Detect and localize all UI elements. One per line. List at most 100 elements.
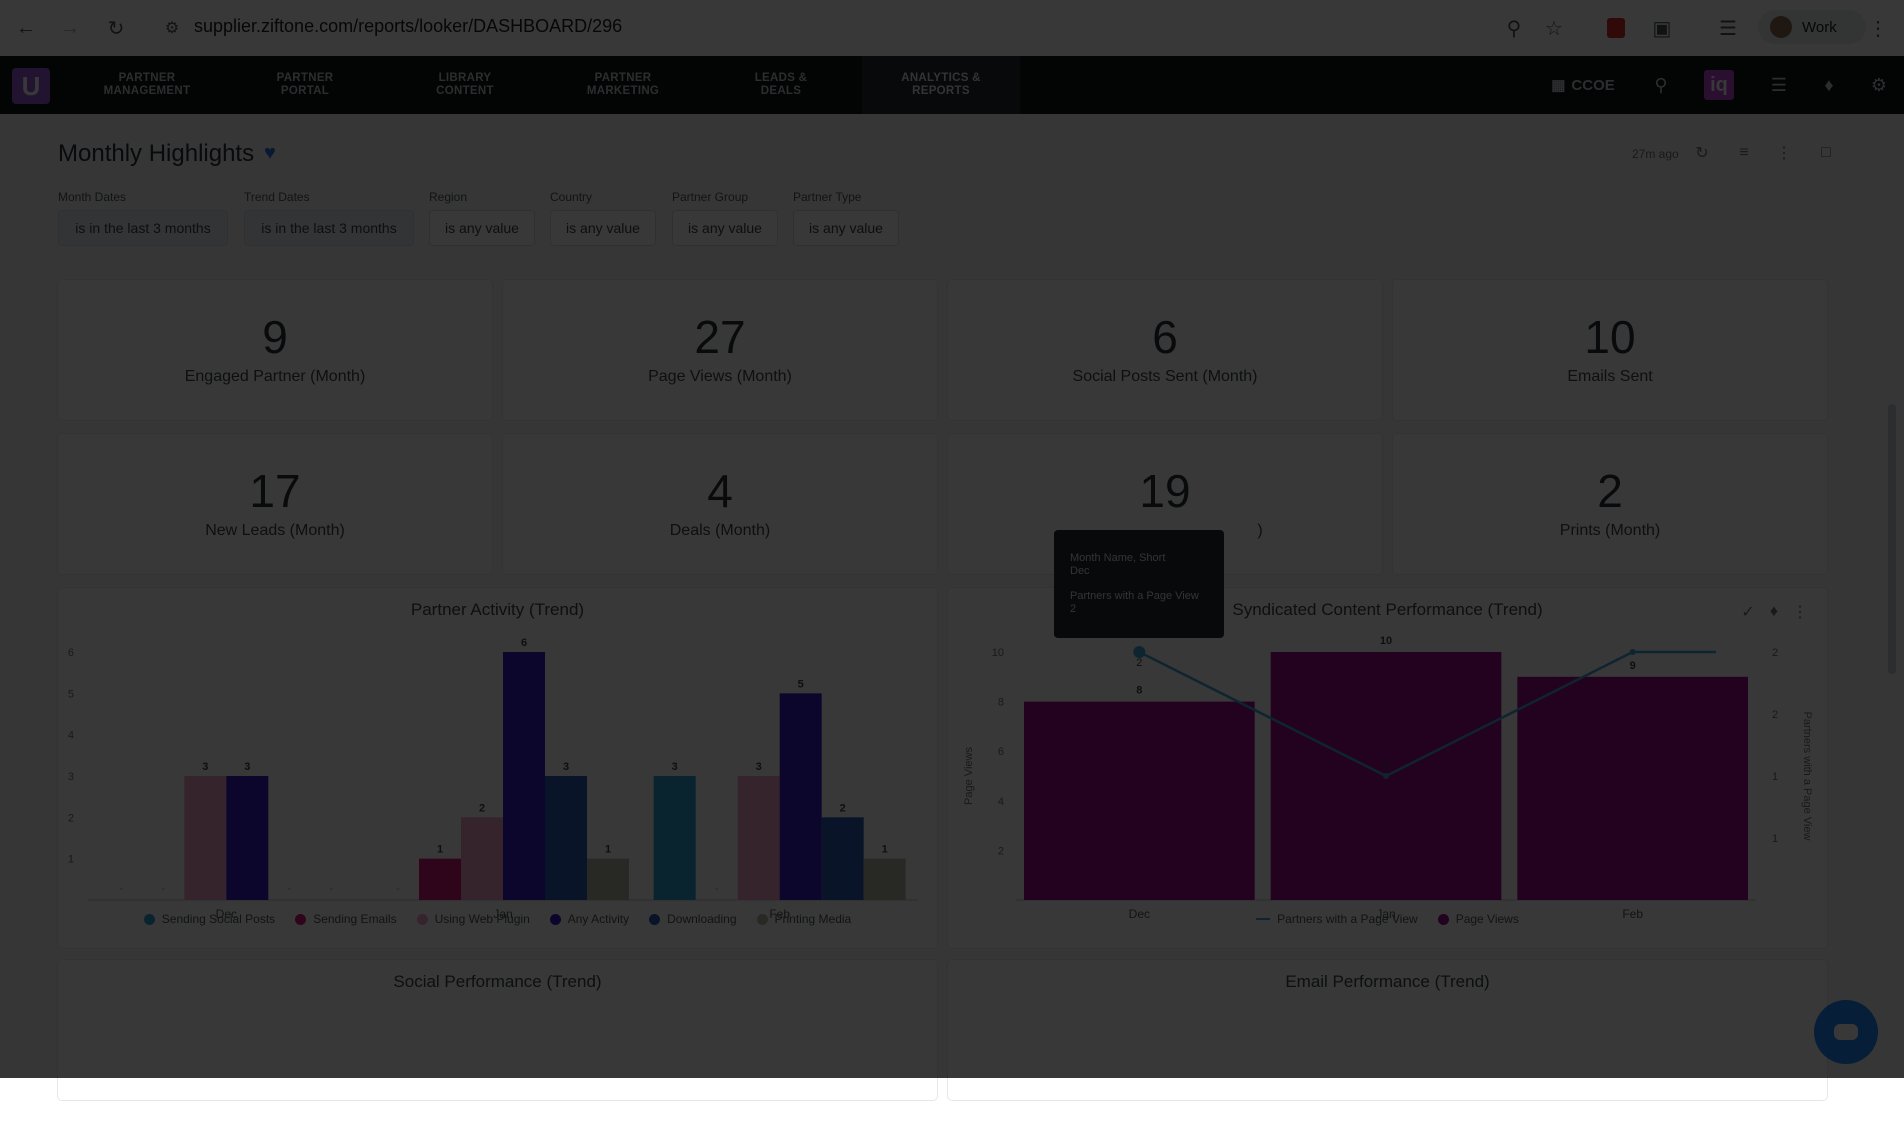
kpi-tile-prints[interactable]: 2 Prints (Month) [1393,434,1827,574]
back-icon[interactable]: ← [12,14,40,42]
filter-partner-group[interactable]: is any value [672,210,778,246]
filter-region[interactable]: is any value [429,210,535,246]
kpi-tile-engaged-partner[interactable]: 9 Engaged Partner (Month) [58,280,492,420]
filter-label: Month Dates [58,190,127,204]
org-switcher[interactable]: ▦ CCOE [1548,56,1618,114]
filter-country[interactable]: is any value [550,210,656,246]
search-icon[interactable]: ⚲ [1646,56,1676,114]
kpi-tile-social-posts[interactable]: 6 Social Posts Sent (Month) [948,280,1382,420]
bar-zero-marker: - [161,883,165,895]
bar [587,858,629,900]
site-settings-icon[interactable]: ⚙ [158,14,186,42]
bar-value-label: 3 [244,761,250,773]
y-tick-label: 2 [68,812,74,824]
y2-tick-label: 1 [1772,833,1778,845]
chart-tile-social-performance[interactable]: Social Performance (Trend) [58,960,937,1100]
syndicated-content-chart: 2 4 6 8 10 1 1 2 2 Page Views Partners with a Page… [963,635,1813,921]
nav-label: PARTNER [276,72,334,84]
kpi-tile-emails-sent[interactable]: 10 Emails Sent [1393,280,1827,420]
refresh-icon[interactable]: ↻ [1690,141,1714,165]
browser-toolbar: ← → ↻ ⚙ supplier.ziftone.com/reports/loo… [0,0,1904,57]
legend-swatch [1437,913,1449,925]
y-tick-label: 6 [68,647,74,659]
layers-icon[interactable]: ☰ [1764,56,1794,114]
scrollbar-thumb[interactable] [1888,404,1896,674]
nav-partner-marketing[interactable]: PARTNER MARKETING [544,56,702,114]
page-title: Monthly Highlights [58,140,255,167]
filter-icon[interactable]: ≡ [1732,141,1756,165]
bell-icon[interactable]: ♦ [1814,56,1844,114]
address-bar[interactable]: supplier.ziftone.com/reports/looker/DASH… [194,16,622,37]
iq-button[interactable]: iq [1704,70,1734,100]
line-value-label: 1 [1383,759,1389,771]
bar [226,776,269,900]
legend-item[interactable]: Using Web Plugin [416,912,530,926]
nav-leads-deals[interactable]: LEADS & DEALS [702,56,860,114]
extensions-icon[interactable]: ▣ [1648,14,1676,42]
bar-value-label: 3 [202,761,208,773]
settings-gear-icon[interactable]: ⚙ [1864,56,1894,114]
scrollbar[interactable] [1886,274,1896,1134]
line-point [1629,649,1636,655]
filter-label: Partner Group [672,190,749,204]
nav-library-content[interactable]: LIBRARY CONTENT [386,56,544,114]
filter-trend-dates[interactable]: is in the last 3 months [244,210,414,246]
alert-bell-icon[interactable]: ♦ [1762,600,1786,624]
legend-item[interactable]: Sending Social Posts [143,912,275,926]
nav-analytics-reports[interactable]: ANALYTICS & REPORTS [862,56,1020,114]
favorite-heart-icon[interactable]: ♥ [264,142,276,165]
avatar [1770,16,1792,38]
browser-menu-icon[interactable]: ⋮ [1864,14,1892,42]
y-tick-label: 10 [992,647,1004,659]
forward-icon[interactable]: → [56,14,84,42]
bar [779,693,822,900]
profile-chip[interactable]: Work [1758,10,1866,44]
legend-label: Partners with a Page View [1277,912,1418,926]
chart-tile-partner-activity[interactable]: Partner Activity (Trend) 1 2 3 4 5 6 Dec - -3 3- -… [58,588,937,948]
nav-partner-management[interactable]: PARTNER MANAGEMENT [68,56,226,114]
folder-icon[interactable]: □ [1814,141,1838,165]
chart-tile-syndicated-content[interactable]: Syndicated Content Performance (Trend) ✓… [948,588,1827,948]
legend-item[interactable]: Sending Emails [295,912,397,926]
chart-tile-email-performance[interactable]: Email Performance (Trend) [948,960,1827,1100]
kpi-value: 17 [249,465,301,517]
chart-tooltip: Month Name, Short Dec Partners with a Pa… [1054,530,1224,638]
filter-partner-type[interactable]: is any value [793,210,899,246]
chart-title: Partner Activity (Trend) [410,600,585,619]
kpi-tile-deals[interactable]: 4 Deals (Month) [503,434,937,574]
pdf-extension-icon[interactable] [1602,14,1630,42]
legend-item[interactable]: Partners with a Page View [1256,912,1418,926]
legend-item[interactable]: Any Activity [549,912,629,926]
grid-icon: ▦ [1551,77,1566,94]
tooltip-line: Month Name, Short [1070,552,1166,564]
zoom-icon[interactable]: ⚲ [1500,14,1528,42]
check-circle-icon[interactable]: ✓ [1736,600,1760,624]
kpi-tile-new-leads[interactable]: 17 New Leads (Month) [58,434,492,574]
org-label: CCOE [1571,76,1615,94]
nav-label: PORTAL [280,85,330,97]
bookmark-star-icon[interactable]: ☆ [1540,14,1568,42]
kpi-value: 10 [1584,311,1636,363]
y-tick-label: 5 [68,688,74,700]
y2-tick-label: 2 [1772,709,1778,721]
legend-item[interactable]: Printing Media [756,912,851,926]
bar [737,776,780,900]
bar-value-label: 1 [882,844,888,856]
legend-item[interactable]: Page Views [1437,912,1519,926]
y-tick-label: 4 [998,796,1004,808]
chat-launcher-button[interactable] [1814,1000,1878,1064]
kpi-tile-page-views[interactable]: 27 Page Views (Month) [503,280,937,420]
legend-swatch [295,913,307,925]
bar-value-label: 1 [605,844,611,856]
reload-icon[interactable]: ↻ [102,14,130,42]
nav-label: LIBRARY [438,72,492,84]
chat-bubble-icon [1834,1024,1858,1040]
legend-item[interactable]: Downloading [649,912,737,926]
tile-menu-icon[interactable]: ⋮ [1788,600,1812,624]
nav-partner-portal[interactable]: PARTNER PORTAL [226,56,384,114]
more-vert-icon[interactable]: ⋮ [1772,141,1796,165]
filter-month-dates[interactable]: is in the last 3 months [58,210,228,246]
app-logo[interactable]: U [12,68,50,104]
kpi-label: Deals (Month) [669,522,771,539]
media-control-icon[interactable]: ☰ [1714,14,1742,42]
